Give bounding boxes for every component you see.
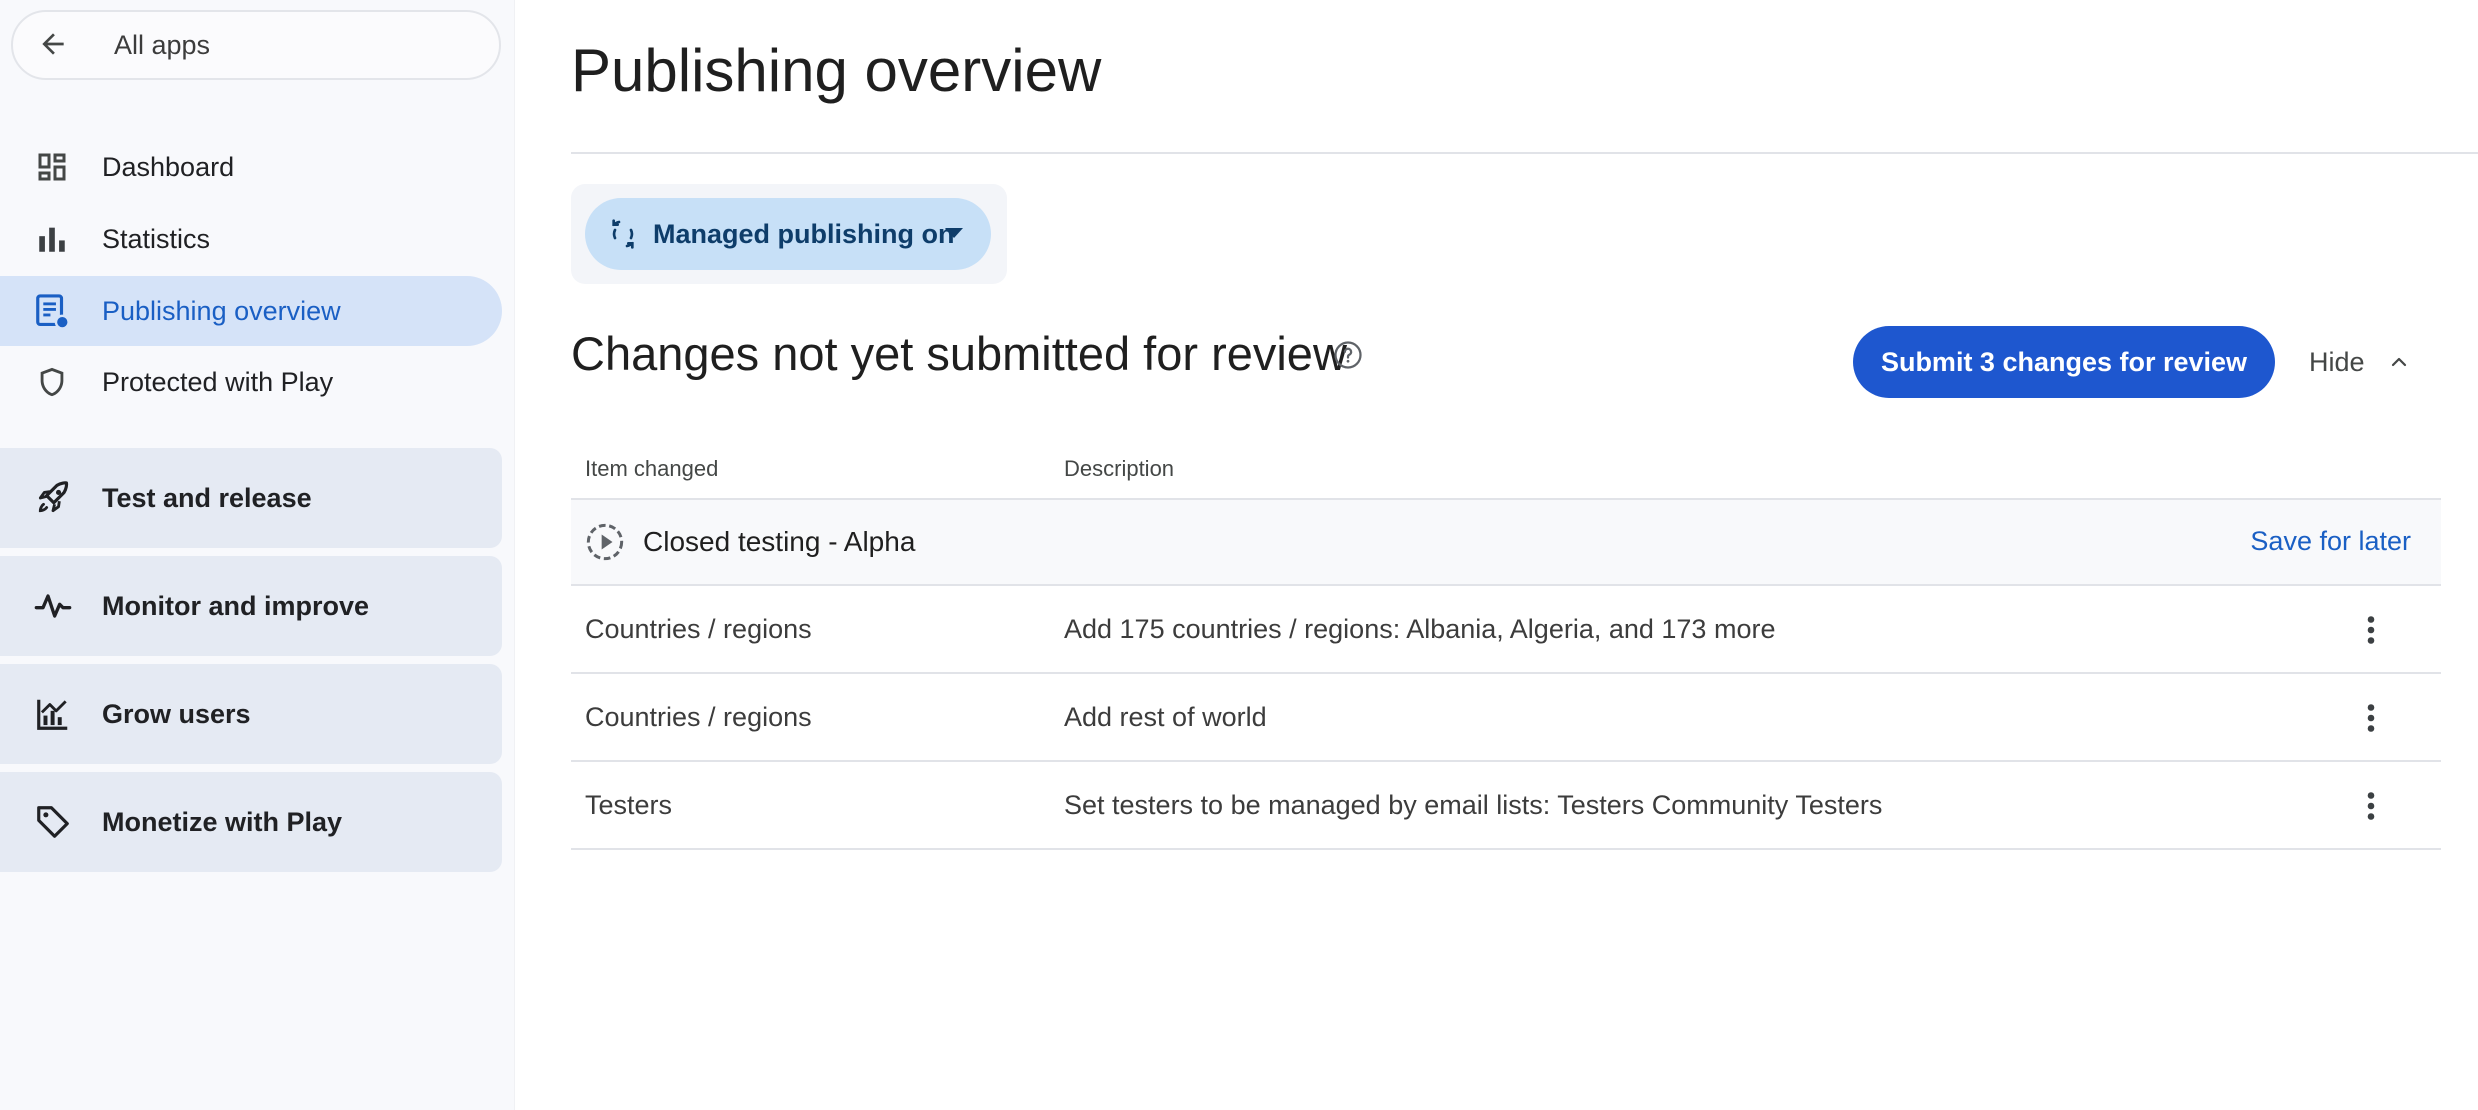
hide-label: Hide <box>2309 346 2365 377</box>
help-icon[interactable] <box>1333 340 1363 370</box>
item-changed-cell: Countries / regions <box>585 702 812 732</box>
section-grow-users[interactable]: Grow users <box>0 664 502 764</box>
table-group-row: Closed testing - Alpha Save for later <box>571 500 2441 586</box>
description-cell: Add rest of world <box>1064 702 1267 732</box>
column-header-description: Description <box>1064 456 1175 481</box>
shield-icon <box>32 362 72 402</box>
sync-icon <box>612 219 634 249</box>
section-label: Grow users <box>102 698 251 729</box>
dropdown-caret-icon <box>945 228 963 238</box>
pulse-icon <box>32 585 74 627</box>
sidebar-item-publishing-overview[interactable]: Publishing overview <box>0 276 502 346</box>
table-header: Item changed Description <box>571 440 2441 500</box>
chevron-up-icon <box>2391 357 2406 367</box>
sidebar-item-statistics[interactable]: Statistics <box>0 204 502 274</box>
more-vert-icon[interactable] <box>2353 612 2389 648</box>
section-label: Test and release <box>102 482 312 513</box>
closed-testing-icon <box>586 523 624 561</box>
table-row: Testers Set testers to be managed by ema… <box>571 762 2441 850</box>
table-row: Countries / regions Add 175 countries / … <box>571 586 2441 674</box>
sidebar-item-label: Dashboard <box>102 151 235 182</box>
section-test-and-release[interactable]: Test and release <box>0 448 502 548</box>
sidebar-item-label: Statistics <box>102 223 211 254</box>
save-for-later-link[interactable]: Save for later <box>2250 526 2411 557</box>
sidebar-item-label: Protected with Play <box>102 366 334 397</box>
page-title: Publishing overview <box>571 37 1102 104</box>
more-vert-icon[interactable] <box>2353 700 2389 736</box>
description-cell: Add 175 countries / regions: Albania, Al… <box>1064 614 1776 644</box>
section-label: Monitor and improve <box>102 590 370 621</box>
all-apps-label: All apps <box>114 29 211 60</box>
growth-chart-icon <box>32 693 74 735</box>
section-label: Monetize with Play <box>102 806 343 837</box>
bar-chart-icon <box>32 219 72 259</box>
group-name: Closed testing - Alpha <box>643 526 916 557</box>
table-row: Countries / regions Add rest of world <box>571 674 2441 762</box>
managed-publishing-container: Managed publishing on <box>571 184 1007 284</box>
sidebar-item-dashboard[interactable]: Dashboard <box>0 132 502 202</box>
changes-table: Item changed Description Closed testing … <box>571 440 2441 850</box>
arrow-back-icon <box>42 33 64 55</box>
sidebar: All apps Dashboard Statistics Publishing… <box>0 0 514 1110</box>
managed-publishing-dropdown[interactable]: Managed publishing on <box>585 198 991 270</box>
sidebar-item-protected-with-play[interactable]: Protected with Play <box>0 347 502 417</box>
item-changed-cell: Testers <box>585 790 673 820</box>
publishing-icon <box>32 291 72 331</box>
main-content: Publishing overview Managed publishing o… <box>514 0 2478 1110</box>
item-changed-cell: Countries / regions <box>585 614 812 644</box>
rocket-icon <box>32 477 74 519</box>
dashboard-icon <box>32 147 72 187</box>
more-vert-icon[interactable] <box>2353 788 2389 824</box>
divider <box>571 152 2478 154</box>
description-cell: Set testers to be managed by email lists… <box>1064 790 1883 820</box>
sidebar-item-label: Publishing overview <box>102 295 341 326</box>
section-monitor-and-improve[interactable]: Monitor and improve <box>0 556 502 656</box>
changes-section-title: Changes not yet submitted for review <box>571 327 1347 380</box>
submit-changes-button[interactable]: Submit 3 changes for review <box>1853 326 2275 398</box>
column-header-item-changed: Item changed <box>585 456 719 481</box>
section-monetize-with-play[interactable]: Monetize with Play <box>0 772 502 872</box>
managed-publishing-label: Managed publishing on <box>653 218 955 249</box>
hide-button[interactable]: Hide <box>2309 326 2411 398</box>
all-apps-button[interactable]: All apps <box>11 10 501 80</box>
tag-icon <box>32 801 74 843</box>
